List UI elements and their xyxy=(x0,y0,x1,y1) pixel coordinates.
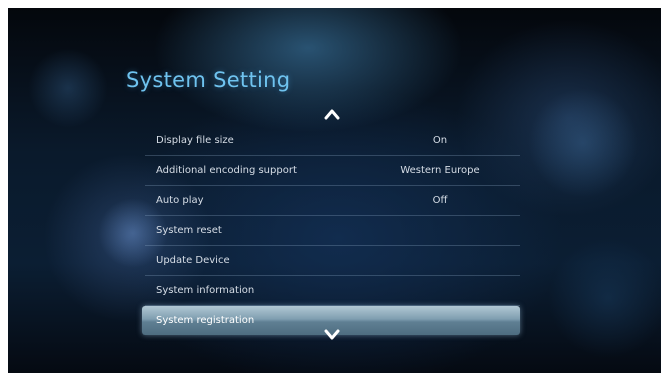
menu-item-system-reset[interactable]: System reset xyxy=(145,216,520,246)
menu-item-display-file-size[interactable]: Display file size On xyxy=(145,126,520,156)
chevron-down-icon[interactable] xyxy=(323,329,341,341)
menu-item-label: Auto play xyxy=(156,195,204,206)
menu-item-label: System reset xyxy=(156,225,222,236)
background-bokeh xyxy=(528,88,638,198)
page-title: System Setting xyxy=(126,68,291,92)
menu-item-label: Update Device xyxy=(156,255,230,266)
background-bokeh xyxy=(548,238,661,358)
background-bokeh xyxy=(28,48,108,128)
menu-item-update-device[interactable]: Update Device xyxy=(145,246,520,276)
menu-item-value: On xyxy=(432,135,448,146)
menu-item-additional-encoding-support[interactable]: Additional encoding support Western Euro… xyxy=(145,156,520,186)
menu-item-label: Additional encoding support xyxy=(156,165,297,176)
chevron-up-icon[interactable] xyxy=(323,108,341,120)
settings-menu: Display file size On Additional encoding… xyxy=(142,126,520,335)
menu-item-value: Off xyxy=(432,195,448,206)
menu-item-value: Western Europe xyxy=(400,165,480,176)
menu-item-label: System registration xyxy=(156,315,255,326)
menu-item-auto-play[interactable]: Auto play Off xyxy=(145,186,520,216)
menu-item-label: System information xyxy=(156,285,255,296)
menu-item-system-information[interactable]: System information xyxy=(145,276,520,306)
menu-item-label: Display file size xyxy=(156,135,234,146)
